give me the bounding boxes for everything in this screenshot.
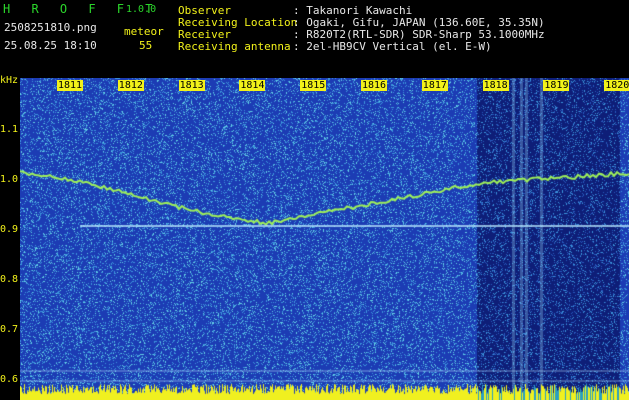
y-axis-unit: kHz xyxy=(0,75,19,86)
y-tick-label: 0.7 xyxy=(0,324,19,335)
x-tick-label: 1819 xyxy=(543,80,570,91)
x-tick-label: 1813 xyxy=(178,80,205,91)
y-tick-label: 0.9 xyxy=(0,224,19,235)
date-time: 25.08.25 18:10 xyxy=(4,39,97,52)
x-tick-label: 1817 xyxy=(421,80,448,91)
x-tick-label: 1818 xyxy=(482,80,509,91)
detection-count: 55 xyxy=(139,39,153,52)
x-tick-label: 1815 xyxy=(300,80,327,91)
spectrogram xyxy=(20,78,629,400)
antenna-value: : 2el-HB9CV Vertical (el. E-W) xyxy=(293,40,492,53)
antenna-label: Receiving antenna xyxy=(178,40,291,53)
y-tick-label: 0.6 xyxy=(0,374,19,385)
x-tick-label: 1811 xyxy=(57,80,84,91)
app-version: 1.0.0 xyxy=(126,4,157,15)
x-tick-label: 1814 xyxy=(239,80,266,91)
spectrogram-canvas xyxy=(20,78,629,400)
y-tick-label: 1.1 xyxy=(0,124,19,135)
file-name: 2508251810.png xyxy=(4,21,97,34)
header-panel: H R O F F T 1.0.0 2508251810.png meteor … xyxy=(0,0,629,70)
y-tick-label: 0.8 xyxy=(0,274,19,285)
mode-label: meteor xyxy=(124,25,164,38)
x-tick-label: 1820 xyxy=(604,80,629,91)
x-tick-label: 1812 xyxy=(117,80,144,91)
x-tick-label: 1816 xyxy=(361,80,388,91)
y-tick-label: 1.0 xyxy=(0,174,19,185)
